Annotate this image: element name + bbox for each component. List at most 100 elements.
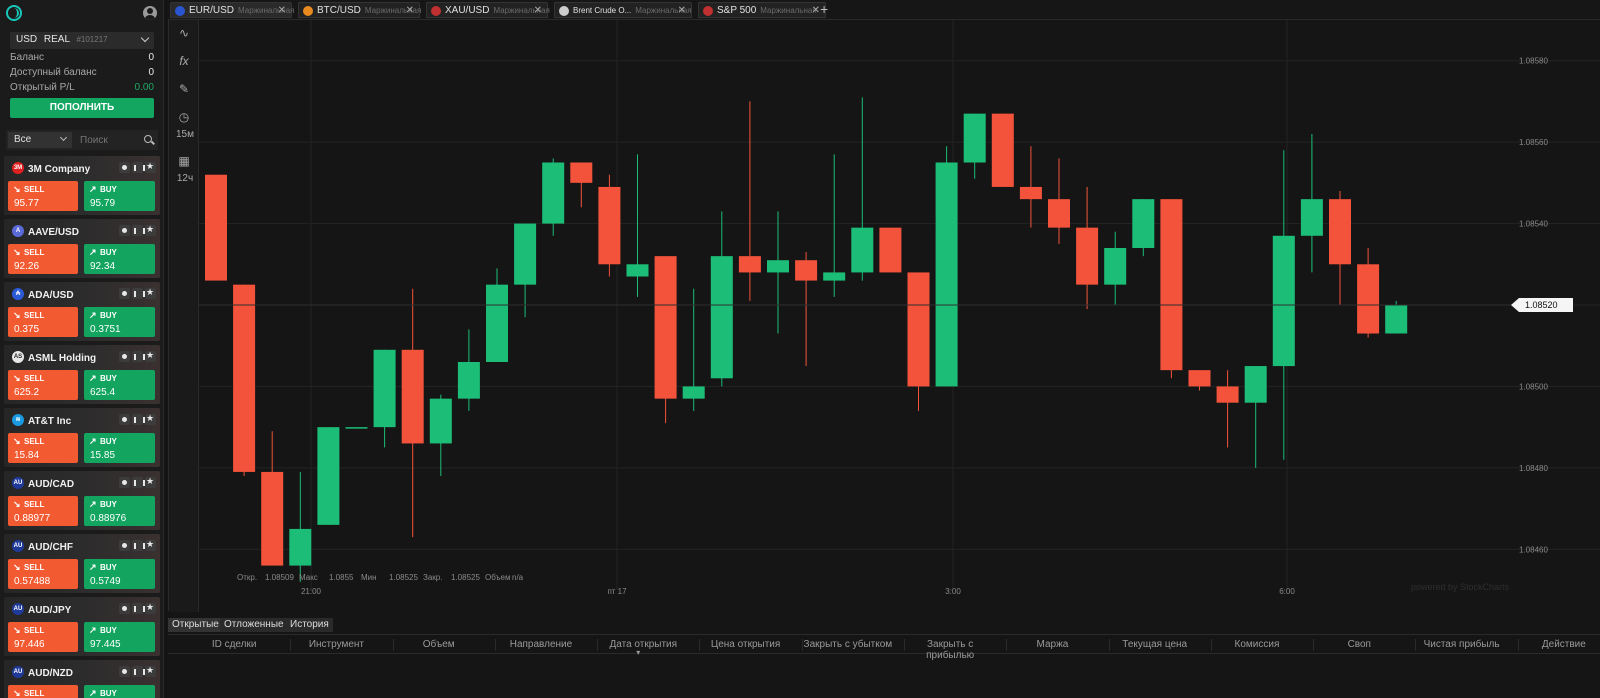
app-logo-icon[interactable] (6, 5, 22, 21)
chart-icon[interactable] (132, 288, 145, 299)
favorite-star-icon[interactable] (145, 476, 156, 488)
column-header[interactable]: Дата открытия (597, 639, 689, 650)
positions-tab[interactable]: Открытые (168, 618, 223, 632)
info-icon[interactable] (119, 288, 130, 299)
instrument-card[interactable]: 3M 3M Company ↘SELL 95.77 ↗BUY 95.79 (4, 156, 160, 215)
info-icon[interactable] (119, 225, 130, 236)
column-header[interactable]: Закрыть с прибылью (904, 639, 996, 661)
instrument-card[interactable]: AU AUD/CHF ↘SELL 0.57488 ↗BUY 0.5749 (4, 534, 160, 593)
positions-tab[interactable]: Отложенные (220, 618, 288, 632)
search-input[interactable] (78, 132, 138, 148)
sell-button[interactable]: ↘ SELL 97.446 (8, 622, 78, 652)
buy-button[interactable]: ↗ BUY 97.445 (84, 622, 155, 652)
instrument-card[interactable]: ≋ AT&T Inc ↘SELL 15.84 ↗BUY 15.85 (4, 408, 160, 467)
info-icon[interactable] (119, 414, 130, 425)
column-header[interactable]: Текущая цена (1109, 639, 1201, 650)
instrument-card[interactable]: AS ASML Holding ↘SELL 625.2 ↗BUY 625.4 (4, 345, 160, 404)
tab-xau-usd[interactable]: XAU/USD Маржинальная ✕ (426, 2, 550, 18)
close-icon[interactable]: ✕ (812, 5, 820, 16)
info-icon[interactable] (119, 603, 130, 614)
column-header[interactable]: ID сделки (188, 639, 280, 650)
favorite-star-icon[interactable] (145, 287, 156, 299)
info-icon[interactable] (119, 477, 130, 488)
positions-tab[interactable]: История (286, 618, 333, 632)
tab-eur-usd[interactable]: EUR/USD Маржинальная ✕ (170, 2, 294, 18)
instrument-card[interactable]: ₳ ADA/USD ↘SELL 0.375 ↗BUY 0.3751 (4, 282, 160, 341)
column-header[interactable]: Своп (1313, 639, 1405, 650)
info-icon[interactable] (119, 162, 130, 173)
close-icon[interactable]: ✕ (678, 5, 686, 16)
chart-icon[interactable] (132, 666, 145, 677)
column-header[interactable]: Объем (393, 639, 485, 650)
sell-button[interactable]: ↘ SELL 95.77 (8, 181, 78, 211)
draw-pencil-icon[interactable]: ✎ (177, 82, 191, 96)
interval-button[interactable]: 15м (173, 129, 197, 140)
sell-button[interactable]: ↘ SELL 15.84 (8, 433, 78, 463)
clock-icon[interactable]: ◷ (177, 110, 191, 124)
chart-icon[interactable] (132, 351, 145, 362)
chart-type-icon[interactable]: ∿ (177, 26, 191, 40)
buy-button[interactable]: ↗ BUY 0.3751 (84, 307, 155, 337)
buy-button[interactable]: ↗ BUY 0.88976 (84, 496, 155, 526)
buy-button[interactable]: ↗ BUY 625.4 (84, 370, 155, 400)
account-selector[interactable]: USD REAL #101217 (10, 32, 154, 49)
column-header[interactable]: Чистая прибыль (1415, 639, 1507, 650)
buy-button[interactable]: ↗ BUY 0.5749 (84, 559, 155, 589)
close-icon[interactable]: ✕ (406, 5, 414, 16)
favorite-star-icon[interactable] (145, 224, 156, 236)
sell-price: 15.84 (14, 450, 40, 461)
sort-icon[interactable]: ▾ (636, 648, 640, 657)
chart-icon[interactable] (132, 477, 145, 488)
favorite-star-icon[interactable] (145, 539, 156, 551)
column-header[interactable]: Цена открытия (699, 639, 791, 650)
deposit-button[interactable]: ПОПОЛНИТЬ (10, 98, 154, 118)
chart-icon[interactable] (132, 414, 145, 425)
info-icon[interactable] (119, 666, 130, 677)
chart-icon[interactable] (132, 162, 145, 173)
column-header[interactable]: Направление (495, 639, 587, 650)
favorite-star-icon[interactable] (145, 602, 156, 614)
column-header[interactable]: Инструмент (290, 639, 382, 650)
buy-button[interactable]: ↗ BUY 92.34 (84, 244, 155, 274)
column-header[interactable]: Комиссия (1211, 639, 1303, 650)
calendar-icon[interactable]: ▦ (177, 154, 191, 168)
info-icon[interactable] (119, 540, 130, 551)
user-profile-icon[interactable] (143, 6, 157, 20)
sell-button[interactable]: ↘ SELL 0.57488 (8, 559, 78, 589)
column-header[interactable]: Действие (1518, 639, 1600, 650)
sell-button[interactable]: ↘ SELL (8, 685, 78, 698)
range-button[interactable]: 12ч (173, 173, 197, 184)
info-icon[interactable] (119, 351, 130, 362)
sell-button[interactable]: ↘ SELL 0.375 (8, 307, 78, 337)
tab-s-p-500[interactable]: S&P 500 Маржинальная ✕ (698, 2, 826, 18)
chart-icon[interactable] (132, 540, 145, 551)
tab-btc-usd[interactable]: BTC/USD Маржинальная ✕ (298, 2, 421, 18)
chart-icon[interactable] (132, 225, 145, 236)
tab-brent-crude-o-[interactable]: Brent Crude O... Маржинальная ✕ (554, 2, 692, 18)
favorite-star-icon[interactable] (145, 161, 156, 173)
indicators-icon[interactable]: fx (177, 54, 191, 68)
favorite-star-icon[interactable] (145, 665, 156, 677)
column-header[interactable]: Маржа (1006, 639, 1098, 650)
category-select[interactable]: Все (8, 132, 72, 148)
add-tab-icon[interactable]: + (820, 1, 828, 17)
favorite-star-icon[interactable] (145, 350, 156, 362)
favorite-star-icon[interactable] (145, 413, 156, 425)
buy-button[interactable]: ↗ BUY 15.85 (84, 433, 155, 463)
instrument-card[interactable]: AU AUD/JPY ↘SELL 97.446 ↗BUY 97.445 (4, 597, 160, 656)
chart-icon[interactable] (132, 603, 145, 614)
candlestick-chart[interactable]: 1.08580 1.08560 1.08540 1.08520 1.08500 1.084… (199, 20, 1600, 612)
instrument-card[interactable]: AU AUD/CAD ↘SELL 0.88977 ↗BUY 0.88976 (4, 471, 160, 530)
sell-button[interactable]: ↘ SELL 625.2 (8, 370, 78, 400)
sell-button[interactable]: ↘ SELL 92.26 (8, 244, 78, 274)
instrument-logo-icon: A (12, 225, 24, 237)
search-icon[interactable] (144, 135, 152, 143)
buy-button[interactable]: ↗ BUY (84, 685, 155, 698)
column-header[interactable]: Закрыть с убытком (802, 639, 894, 650)
close-icon[interactable]: ✕ (278, 5, 286, 16)
buy-button[interactable]: ↗ BUY 95.79 (84, 181, 155, 211)
instrument-card[interactable]: AU AUD/NZD ↘SELL ↗BUY (4, 660, 160, 698)
sell-button[interactable]: ↘ SELL 0.88977 (8, 496, 78, 526)
instrument-card[interactable]: A AAVE/USD ↘SELL 92.26 ↗BUY 92.34 (4, 219, 160, 278)
close-icon[interactable]: ✕ (534, 5, 542, 16)
